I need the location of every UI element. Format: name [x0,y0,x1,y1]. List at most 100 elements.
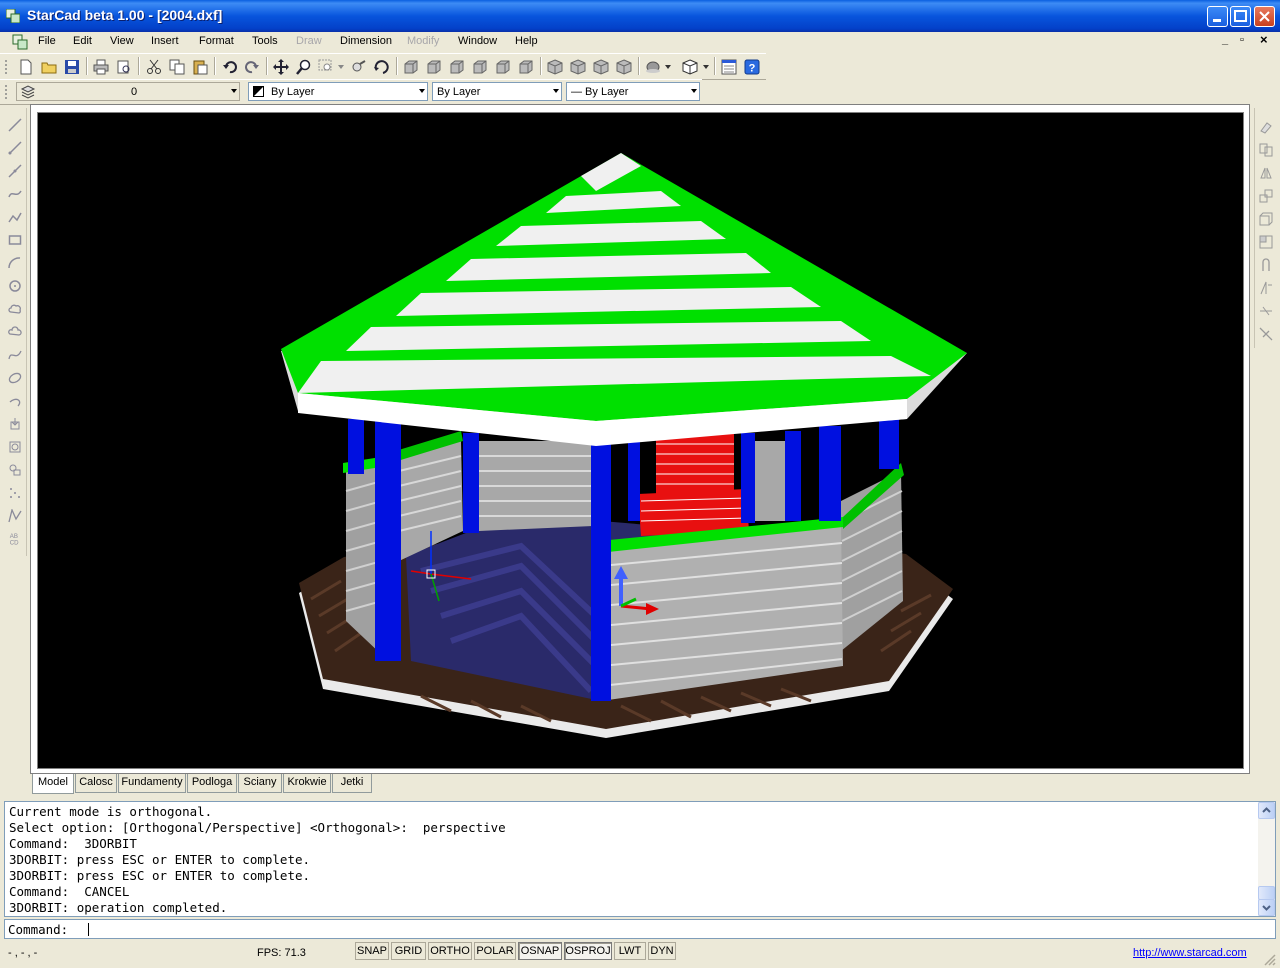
help-icon[interactable]: ? [744,59,760,75]
dyn-toggle[interactable]: DYN [648,942,676,960]
3d-box-icon[interactable] [682,59,698,75]
3d-canvas[interactable] [37,112,1244,769]
menu-draw[interactable]: Draw [296,35,322,47]
copy-object-icon[interactable] [1259,143,1273,157]
toolbar-grip[interactable] [4,58,9,76]
circle-icon[interactable] [8,279,22,293]
lwt-toggle[interactable]: LWT [614,942,646,960]
print-icon[interactable] [93,59,109,75]
mdi-restore-button[interactable]: ▫ [1240,34,1244,46]
osproj-toggle[interactable]: OSPROJ [564,942,612,960]
spline-icon[interactable] [8,348,22,362]
orbit-icon[interactable] [373,59,389,75]
scroll-thumb[interactable] [1258,886,1275,900]
document-icon[interactable] [12,34,28,50]
toolbar-grip[interactable] [4,83,9,101]
iso-ne-icon[interactable] [593,59,609,75]
tab-calosc[interactable]: Calosc [75,774,117,793]
close-button[interactable] [1254,6,1275,27]
mdi-minimize-button[interactable]: _ [1222,34,1228,46]
zoom-realtime-icon[interactable] [296,59,312,75]
color-combo[interactable]: By Layer [248,82,428,101]
dropdown-arrow-icon[interactable] [338,65,344,69]
move-icon[interactable] [1259,235,1273,249]
minimize-button[interactable] [1207,6,1228,27]
scale-icon[interactable] [1259,281,1273,295]
osnap-toggle[interactable]: OSNAP [518,942,562,960]
new-file-icon[interactable] [18,59,34,75]
rotate-icon[interactable] [1259,258,1273,272]
make-block-icon[interactable] [8,440,22,454]
tab-krokwie[interactable]: Krokwie [283,774,331,793]
tab-jetki[interactable]: Jetki [332,774,372,793]
menu-edit[interactable]: Edit [73,35,92,47]
dropdown-arrow-icon[interactable] [665,65,671,69]
ellipse-arc-icon[interactable] [8,394,22,408]
website-link[interactable]: http://www.starcad.com [1133,947,1247,959]
menu-help[interactable]: Help [515,35,538,47]
view-back-icon[interactable] [495,59,511,75]
3d-polyline-icon[interactable] [8,210,22,224]
offset-icon[interactable] [1259,189,1273,203]
erase-icon[interactable] [1259,120,1273,134]
iso-sw-icon[interactable] [547,59,563,75]
lineweight-combo[interactable]: — By Layer [566,82,700,101]
command-line[interactable]: Command: [4,919,1276,939]
tab-model[interactable]: Model [32,774,74,794]
open-folder-icon[interactable] [41,59,57,75]
app-icon[interactable] [6,9,20,23]
resize-grip-icon[interactable] [1262,952,1276,966]
undo-icon[interactable] [222,59,238,75]
scroll-down-button[interactable] [1258,899,1275,916]
print-preview-icon[interactable] [116,59,132,75]
revision-cloud-icon[interactable] [8,325,22,339]
polyline-icon[interactable] [8,187,22,201]
menu-window[interactable]: Window [458,35,497,47]
trim-icon[interactable] [1259,327,1273,341]
arc-icon[interactable] [8,256,22,270]
title-bar[interactable]: StarCad beta 1.00 - [2004.dxf] [0,0,1280,32]
paste-icon[interactable] [192,59,208,75]
menu-insert[interactable]: Insert [151,35,179,47]
zoom-previous-icon[interactable] [350,59,366,75]
dropdown-arrow-icon[interactable] [703,65,709,69]
hatch-icon[interactable] [8,509,22,523]
menu-modify[interactable]: Modify [407,35,439,47]
table-icon[interactable] [8,463,22,477]
menu-format[interactable]: Format [199,35,234,47]
copy-icon[interactable] [169,59,185,75]
tab-sciany[interactable]: Sciany [238,774,282,793]
iso-nw-icon[interactable] [616,59,632,75]
zoom-window-icon[interactable] [318,59,334,75]
line-icon[interactable] [8,118,22,132]
cut-icon[interactable] [146,59,162,75]
cloud-icon[interactable] [8,302,22,316]
array-icon[interactable] [1259,212,1273,226]
save-icon[interactable] [64,59,80,75]
scroll-up-button[interactable] [1258,802,1275,819]
multiline-text-icon[interactable]: ABCD [8,532,22,546]
ellipse-icon[interactable] [8,371,22,385]
view-right-icon[interactable] [472,59,488,75]
view-front-icon[interactable] [426,59,442,75]
ortho-toggle[interactable]: ORTHO [428,942,472,960]
menu-tools[interactable]: Tools [252,35,278,47]
view-bottom-icon[interactable] [518,59,534,75]
grid-toggle[interactable]: GRID [391,942,426,960]
mdi-close-button[interactable]: × [1260,32,1268,47]
command-history[interactable]: Current mode is orthogonal. Select optio… [4,801,1276,917]
layer-combo[interactable]: 0 [16,82,240,101]
menu-dimension[interactable]: Dimension [340,35,392,47]
properties-icon[interactable] [721,59,737,75]
tab-podloga[interactable]: Podloga [187,774,237,793]
redo-icon[interactable] [244,59,260,75]
ray-icon[interactable] [8,141,22,155]
menu-view[interactable]: View [110,35,134,47]
rectangle-icon[interactable] [8,233,22,247]
maximize-button[interactable] [1230,6,1251,27]
polar-toggle[interactable]: POLAR [474,942,516,960]
view-left-icon[interactable] [449,59,465,75]
mirror-icon[interactable] [1259,166,1273,180]
history-scrollbar[interactable] [1258,802,1275,916]
insert-block-icon[interactable] [8,417,22,431]
